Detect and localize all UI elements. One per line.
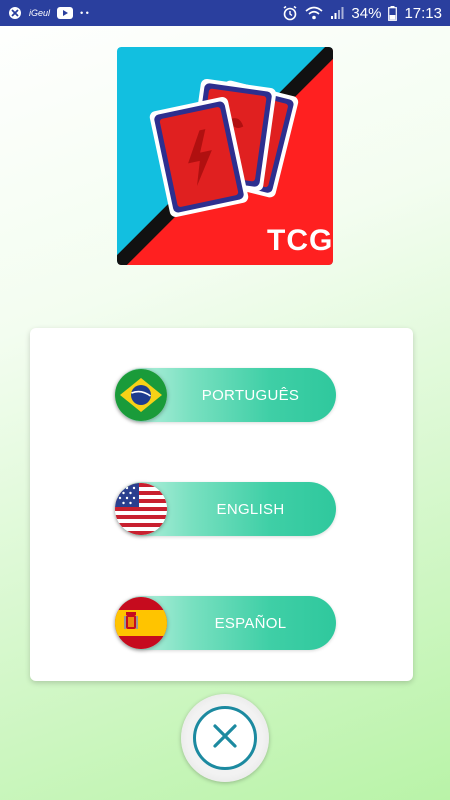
language-button-english[interactable]: ENGLISH — [115, 482, 336, 536]
usa-flag-icon — [115, 483, 167, 535]
status-bar: iGeul • • 34% 17:13 — [0, 0, 450, 26]
cell-signal-icon — [330, 6, 344, 20]
battery-percentage: 34% — [351, 4, 382, 22]
language-panel: PORTUGUÊS ENGLISH ESPAÑOL — [30, 328, 413, 681]
close-button-ring — [193, 706, 257, 770]
app-logo: TCG — [117, 47, 333, 265]
brazil-flag-icon — [115, 369, 167, 421]
language-button-espanol[interactable]: ESPAÑOL — [115, 596, 336, 650]
more-dots-icon: • • — [80, 8, 89, 18]
battery-icon — [388, 5, 398, 21]
youtube-icon — [57, 7, 74, 19]
language-label: ESPAÑOL — [214, 614, 287, 632]
spain-flag-icon — [115, 597, 167, 649]
clock-time: 17:13 — [404, 4, 442, 22]
language-label: ENGLISH — [216, 500, 285, 518]
close-button[interactable] — [181, 694, 269, 782]
language-label: PORTUGUÊS — [201, 386, 300, 404]
close-icon — [212, 723, 238, 754]
language-button-portugues[interactable]: PORTUGUÊS — [115, 368, 336, 422]
logo-text: TCG — [267, 224, 333, 257]
wifi-icon — [305, 6, 323, 20]
signal-off-icon — [8, 6, 22, 20]
alarm-icon — [282, 5, 298, 21]
carrier-logo-icon: iGeul — [29, 8, 51, 18]
